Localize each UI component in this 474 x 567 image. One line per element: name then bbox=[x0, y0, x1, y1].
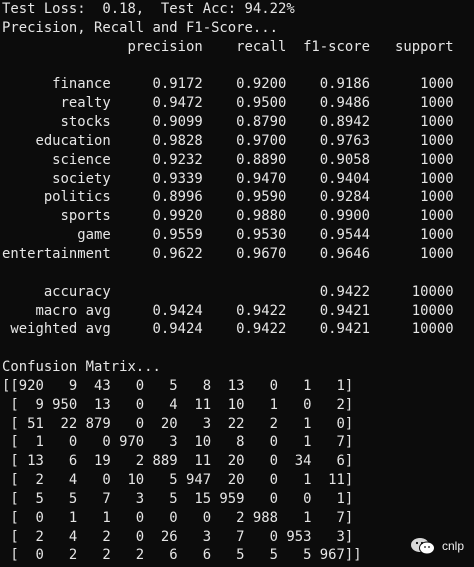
report-row-game: game 0.9559 0.9530 0.9544 1000 bbox=[2, 227, 454, 244]
terminal-output: Test Loss: 0.18, Test Acc: 94.22% Precis… bbox=[2, 0, 474, 567]
confusion-matrix-row: [ 2 4 0 10 5 947 20 0 1 11] bbox=[2, 472, 354, 489]
test-loss-line: Test Loss: 0.18, Test Acc: 94.22% bbox=[2, 1, 295, 17]
report-row-weighted-avg: weighted avg 0.9424 0.9422 0.9421 10000 bbox=[2, 321, 454, 338]
report-row-education: education 0.9828 0.9700 0.9763 1000 bbox=[2, 132, 454, 149]
confusion-matrix-row: [ 0 2 2 2 6 6 5 5 5 967]] bbox=[2, 547, 362, 564]
report-row-accuracy: accuracy 0.9422 10000 bbox=[2, 283, 454, 300]
report-row-society: society 0.9339 0.9470 0.9404 1000 bbox=[2, 170, 454, 187]
confusion-matrix-row: [ 51 22 879 0 20 3 22 2 1 0] bbox=[2, 415, 354, 432]
confusion-matrix-row: [ 0 1 1 0 0 0 2 988 1 7] bbox=[2, 509, 354, 526]
confusion-matrix-row: [ 5 5 7 3 5 15 959 0 0 1] bbox=[2, 490, 354, 507]
confusion-matrix-heading: Confusion Matrix... bbox=[2, 359, 161, 376]
confusion-matrix-row: [ 1 0 0 970 3 10 8 0 1 7] bbox=[2, 434, 354, 451]
report-row-stocks: stocks 0.9099 0.8790 0.8942 1000 bbox=[2, 114, 454, 131]
watermark: cnlp bbox=[410, 537, 464, 555]
report-row-macro-avg: macro avg 0.9424 0.9422 0.9421 10000 bbox=[2, 302, 454, 319]
report-row-sports: sports 0.9920 0.9880 0.9900 1000 bbox=[2, 208, 454, 225]
confusion-matrix-row: [[920 9 43 0 5 8 13 0 1 1] bbox=[2, 377, 354, 394]
report-row-finance: finance 0.9172 0.9200 0.9186 1000 bbox=[2, 76, 454, 93]
confusion-matrix-row: [ 9 950 13 0 4 11 10 1 0 2] bbox=[2, 396, 354, 413]
confusion-matrix-row: [ 2 4 2 0 26 3 7 0 953 3] bbox=[2, 528, 354, 545]
watermark-text: cnlp bbox=[441, 539, 464, 553]
report-row-politics: politics 0.8996 0.9590 0.9284 1000 bbox=[2, 189, 454, 206]
report-header-row: precision recall f1-score support bbox=[2, 38, 454, 55]
confusion-matrix-row: [ 13 6 19 2 889 11 20 0 34 6] bbox=[2, 453, 354, 470]
report-row-entertainment: entertainment 0.9622 0.9670 0.9646 1000 bbox=[2, 245, 454, 262]
wechat-icon bbox=[410, 537, 436, 555]
report-row-realty: realty 0.9472 0.9500 0.9486 1000 bbox=[2, 95, 454, 112]
report-heading-line: Precision, Recall and F1-Score... bbox=[2, 19, 278, 36]
report-row-science: science 0.9232 0.8890 0.9058 1000 bbox=[2, 151, 454, 168]
